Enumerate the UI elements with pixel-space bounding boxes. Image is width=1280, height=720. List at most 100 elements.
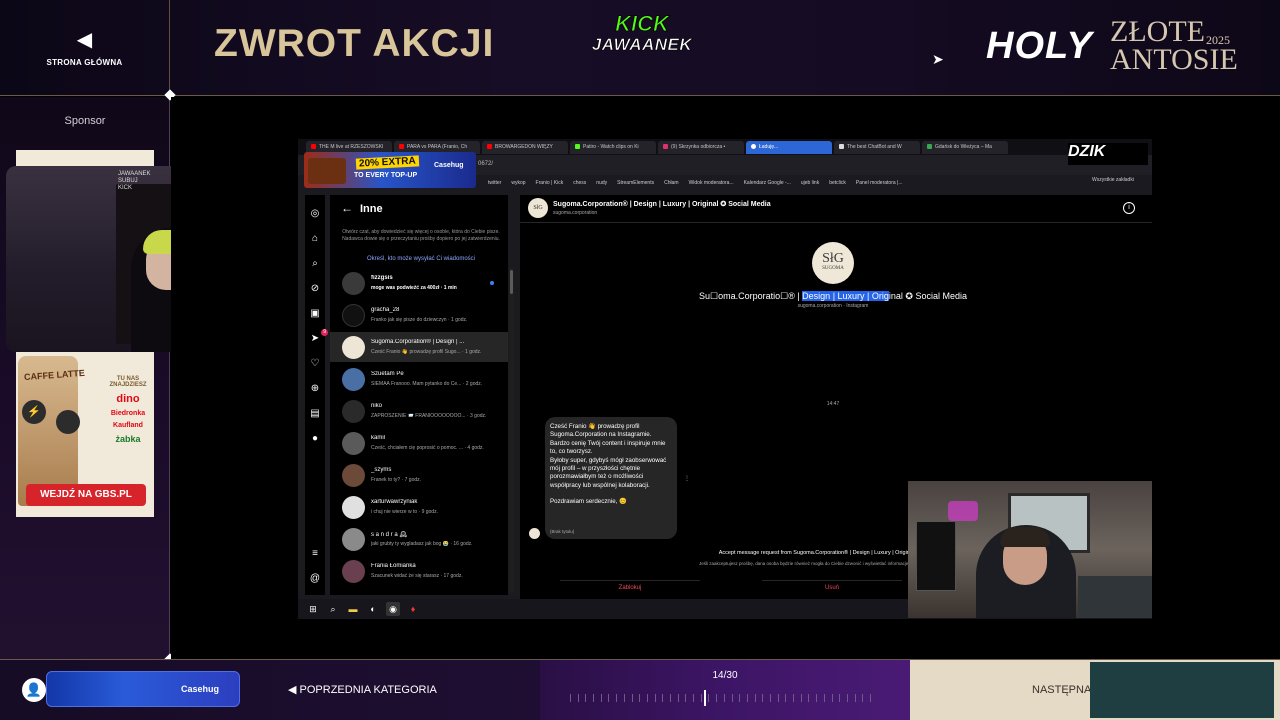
list-scrollbar[interactable]	[509, 268, 514, 593]
block-button[interactable]: Zablokuj	[560, 580, 700, 594]
bookmark[interactable]: StreamElements	[617, 180, 654, 186]
thread-preview: jaki grubty ty wygladasz jak bog 😭 · 16 …	[371, 541, 473, 547]
kick-logo-line2: JAWAANEK	[591, 35, 693, 55]
home-label: STRONA GŁÓWNA	[46, 57, 123, 67]
bookmark[interactable]: twitter	[488, 180, 501, 186]
bookmark[interactable]: Franio | Kick	[536, 180, 564, 186]
bookmark[interactable]: Widok moderatora...	[689, 180, 734, 186]
browser-tab[interactable]: The best ChatBot and W	[834, 140, 920, 154]
cow-icon	[56, 410, 80, 434]
message-line: Byłoby super, gdybyś mógł zaobserwować m…	[550, 456, 667, 489]
thread-row-selected[interactable]: Sugoma.Corporation® | Design | ... Cześć…	[330, 332, 508, 362]
file-explorer-icon[interactable]: ▬	[346, 602, 360, 616]
browser-tab[interactable]: (9) Skrzynka odbiorcza •	[658, 140, 744, 154]
progress-tick	[678, 694, 679, 702]
chat-header-avatar[interactable]: SłG	[528, 198, 548, 218]
app-icon[interactable]: ◐	[366, 602, 380, 616]
dzik-logo: DZIK	[1068, 143, 1148, 165]
progress-tick	[862, 694, 863, 702]
bookmark[interactable]: wykop	[511, 180, 525, 186]
message-bubble[interactable]: Cześć Franio 👋 prowadzę profil Sugoma.Co…	[545, 417, 677, 539]
bookmark[interactable]: betclick	[829, 180, 846, 186]
ad-cta-button[interactable]: WEJDŹ NA GBS.PL	[26, 484, 146, 506]
thread-row[interactable]: Szuetam Pe SIEMAA Franooo. Mam pytanko d…	[330, 364, 508, 394]
profile-avatar[interactable]: SłG SUGOMA	[812, 242, 854, 284]
reels-icon[interactable]: ▣	[308, 307, 322, 321]
chatbot-icon	[839, 143, 844, 149]
progress-tick	[832, 694, 833, 702]
home-icon[interactable]: ⌂	[308, 232, 322, 246]
event-year: 2025	[1206, 33, 1230, 47]
progress-current-marker	[704, 690, 706, 706]
thread-row[interactable]: s a n d r a 🕰 jaki grubty ty wygladasz j…	[330, 524, 508, 554]
back-arrow-icon[interactable]: ←	[341, 201, 353, 215]
casehug-banner[interactable]: 20% EXTRA TO EVERY TOP-UP Casehug	[304, 152, 476, 188]
thread-row[interactable]: gracha_28 Franko jak się pisze do dziewc…	[330, 300, 508, 330]
message-settings-link[interactable]: Określ, kto może wysyłać Ci wiadomości	[340, 256, 502, 262]
previous-category-label: POPRZEDNIA KATEGORIA	[299, 684, 437, 696]
youtube-icon	[311, 143, 316, 149]
message-line: Bardzo cenię Twój content i inspiruje mn…	[550, 439, 666, 456]
dashboard-icon[interactable]: ▤	[308, 407, 322, 421]
progress-tick	[816, 694, 817, 702]
search-icon[interactable]: ⌕	[308, 257, 322, 271]
address-url[interactable]: 0672/	[478, 161, 493, 167]
bookmark[interactable]: Chłam	[664, 180, 678, 186]
sofa	[1078, 576, 1152, 618]
delete-button[interactable]: Usuń	[762, 580, 902, 594]
menu-icon[interactable]: ≡	[308, 547, 322, 561]
casehug-bottom-banner[interactable]: Casehug	[46, 671, 240, 707]
info-icon[interactable]: i	[1123, 202, 1135, 214]
youtube-icon	[487, 143, 492, 149]
second-webcam	[908, 481, 1152, 618]
progress-tick	[708, 694, 709, 702]
thread-row[interactable]: kamil Cześć, chciałem cię poprosić o pom…	[330, 428, 508, 458]
create-icon[interactable]: ⊕	[308, 382, 322, 396]
pc-case	[916, 521, 956, 591]
bookmark[interactable]: nudy	[596, 180, 607, 186]
scrollbar-thumb[interactable]	[510, 270, 513, 294]
messages-icon[interactable]: ➤ 9	[308, 329, 328, 346]
progress-tick	[655, 694, 656, 702]
user-icon[interactable]: 👤	[22, 678, 46, 702]
browser-tab[interactable]: Patiro - Watch clips on Ki	[570, 140, 656, 154]
browser-tab[interactable]: Gdańsk do Wieżyca – Ma	[922, 140, 1008, 154]
thread-row[interactable]: niko ZAPROSZENIE 📨 FRANIOOOOOOOO... · 3 …	[330, 396, 508, 426]
thread-name: Sugoma.Corporation® | Design | ...	[371, 339, 465, 345]
home-button[interactable]: ◀ STRONA GŁÓWNA	[0, 0, 170, 96]
progress-tick	[647, 694, 648, 702]
windows-start-icon[interactable]: ⊞	[306, 602, 320, 616]
app-icon[interactable]: ♦	[406, 602, 420, 616]
bookmark[interactable]: Panel moderatora |...	[856, 180, 903, 186]
shelf-sign: JAWAANEK SUBUJ KICK	[118, 171, 151, 191]
avatar	[342, 272, 365, 295]
profile-name-end: inal ✪ Social Media	[888, 291, 967, 301]
browser-tab[interactable]: BROWARGEDON WIĘZY	[482, 140, 568, 154]
chrome-icon[interactable]: ◉	[386, 602, 400, 616]
chat-header-name[interactable]: Sugoma.Corporation® | Design | Luxury | …	[553, 200, 771, 208]
thread-row[interactable]: Frania Łomianka Szacunek widać że się st…	[330, 556, 508, 586]
all-bookmarks[interactable]: Wszystkie zakładki	[1092, 177, 1134, 183]
more-options-icon[interactable]: ⋮	[684, 475, 690, 482]
thread-row[interactable]: fizzgsis moge was podwieźć za 400zł · 1 …	[330, 268, 508, 298]
list-info-text: Otwórz czat, aby dowiedzieć się więcej o…	[342, 229, 500, 242]
thread-row[interactable]: xarturwawrzyniak i chuj nie wierze w to …	[330, 492, 508, 522]
avatar	[342, 400, 365, 423]
bookmark[interactable]: chess	[573, 180, 586, 186]
heart-icon[interactable]: ♡	[308, 357, 322, 371]
instagram-icon[interactable]: ◎	[308, 207, 322, 221]
kick-logo-line1: KICK	[615, 11, 670, 36]
browser-tab-active[interactable]: Ładuję...	[746, 140, 832, 154]
search-icon[interactable]: ⌕	[326, 602, 340, 616]
progress-tick	[870, 694, 871, 702]
previous-category-button[interactable]: ◀ POPRZEDNIA KATEGORIA	[288, 683, 437, 696]
profile-avatar-caption: SUGOMA	[822, 266, 844, 271]
threads-icon[interactable]: @	[308, 572, 322, 586]
bookmark[interactable]: ujeb link	[801, 180, 819, 186]
progress-tick	[693, 694, 694, 702]
thread-row[interactable]: _szyms Franek to ty? · 7 godz.	[330, 460, 508, 490]
progress-tick	[824, 694, 825, 702]
profile-icon[interactable]: ●	[308, 432, 322, 446]
explore-icon[interactable]: ⊘	[308, 282, 322, 296]
bookmark[interactable]: Kalendarz Google -...	[744, 180, 791, 186]
